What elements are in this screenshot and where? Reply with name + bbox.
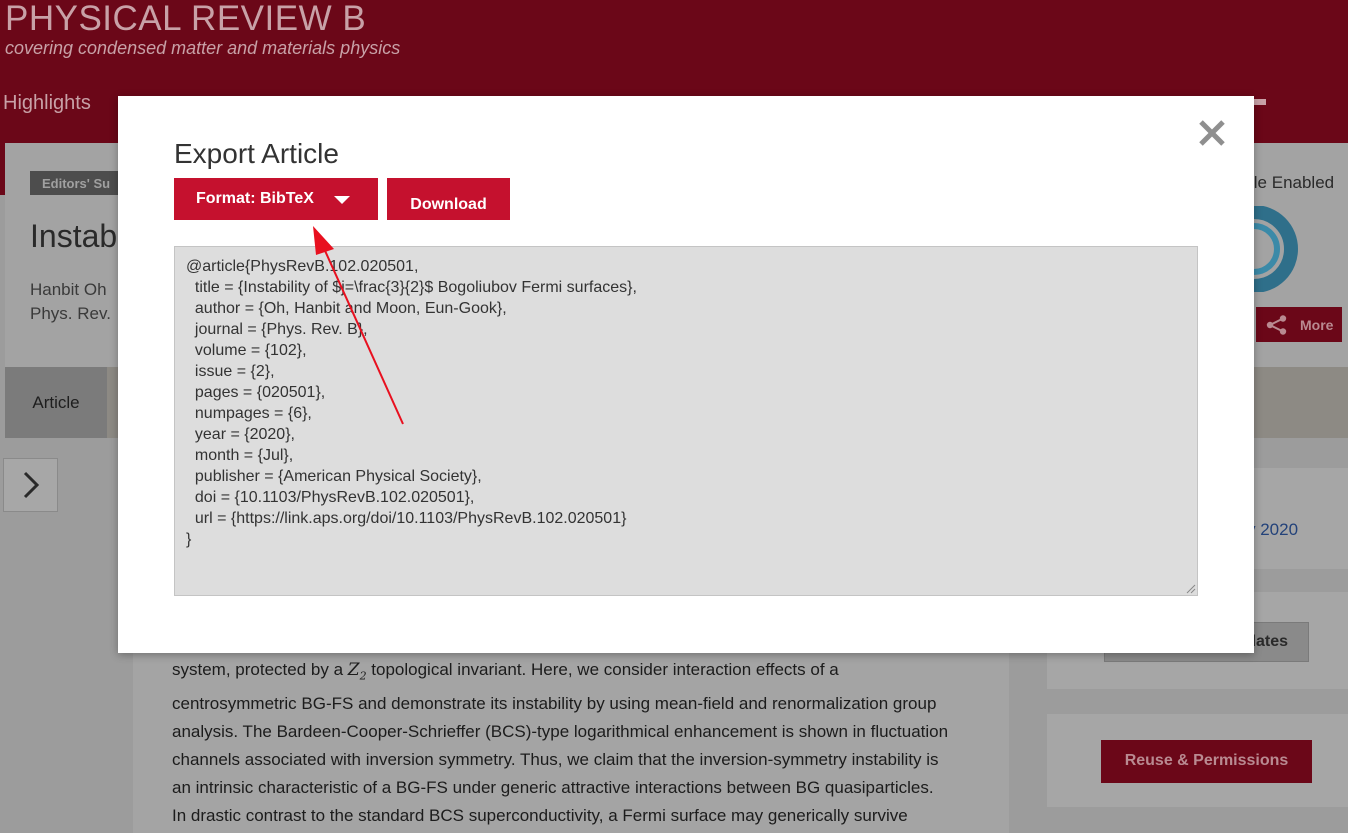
article-title: Instab [30, 218, 118, 254]
chevron-right-icon [23, 471, 39, 499]
export-article-modal: Export Article Format: BibTeX Download @… [118, 96, 1254, 653]
abstract-line: system, protected by a Z2 topological in… [172, 656, 982, 690]
expand-sidebar-button[interactable] [3, 458, 58, 512]
close-modal-button[interactable] [1196, 117, 1228, 149]
journal-subtitle: covering condensed matter and materials … [5, 38, 401, 58]
nav-item-highlights[interactable]: Highlights [3, 92, 91, 115]
download-button[interactable]: Download [387, 178, 510, 220]
more-label: More [1300, 316, 1334, 333]
format-dropdown-button[interactable]: Format: BibTeX [174, 178, 378, 220]
resize-grip-icon[interactable] [1184, 582, 1196, 594]
nav-overflow-fragment [1254, 99, 1266, 105]
abstract-line: an intrinsic characteristic of a BG-FS u… [172, 778, 934, 798]
file-enabled-label: ile Enabled [1250, 173, 1335, 192]
close-icon [1199, 120, 1225, 146]
altmetric-circle-icon [1254, 206, 1298, 292]
article-citation: Phys. Rev. [30, 304, 111, 323]
share-icon [1266, 314, 1287, 335]
abstract-line: In drastic contrast to the standard BCS … [172, 806, 908, 826]
caret-down-icon [334, 196, 350, 204]
math-subscript: 2 [359, 669, 367, 683]
abstract-line: centrosymmetric BG-FS and demonstrate it… [172, 694, 937, 714]
citation-textarea[interactable]: @article{PhysRevB.102.020501, title = {I… [174, 246, 1198, 596]
share-more-button[interactable]: More [1256, 307, 1342, 342]
article-authors[interactable]: Hanbit Oh [30, 280, 107, 300]
journal-title[interactable]: PHYSICAL REVIEW B [5, 0, 366, 39]
editors-suggestion-badge: Editors' Su [30, 171, 118, 195]
article-abstract: system, protected by a Z2 topological in… [172, 656, 982, 830]
tab-article[interactable]: Article [5, 367, 107, 438]
abstract-text: topological invariant. Here, we consider… [366, 660, 839, 679]
published-date: y 2020 [1247, 520, 1299, 539]
abstract-text: system, protected by a [172, 660, 348, 679]
header-accent-strip [0, 143, 5, 195]
math-z-symbol: Z2 [347, 660, 367, 683]
abstract-line: channels associated with inversion symme… [172, 750, 939, 770]
format-label: Format: BibTeX [196, 190, 314, 207]
abstract-line: analysis. The Bardeen-Cooper-Schrieffer … [172, 722, 949, 742]
math-symbol: Z [347, 660, 360, 680]
modal-title: Export Article [174, 138, 339, 169]
reuse-permissions-button[interactable]: Reuse & Permissions [1101, 740, 1312, 783]
